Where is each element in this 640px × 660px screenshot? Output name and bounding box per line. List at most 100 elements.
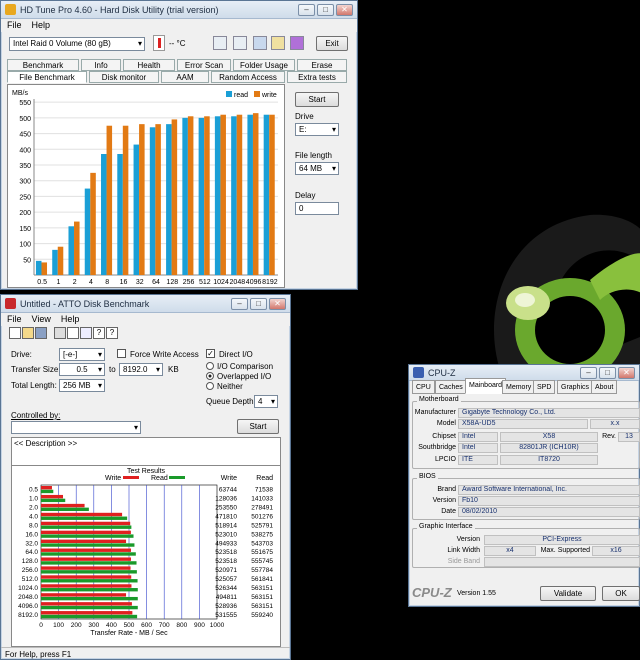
save-icon[interactable] [253, 36, 267, 50]
tab-random-access[interactable]: Random Access [211, 71, 285, 83]
tab-caches[interactable]: Caches [435, 380, 467, 394]
atto-menu-view[interactable]: View [32, 314, 51, 325]
x-tick-label: 2048 [230, 279, 246, 286]
cpuz-titlebar[interactable]: CPU-Z – □ ✕ [409, 365, 639, 381]
y-tick-label: 200 [19, 210, 31, 217]
column-write-header: Write [221, 475, 237, 482]
total-length-label: Total Length: [11, 381, 57, 390]
maximize-button[interactable]: □ [317, 3, 334, 16]
x-tick-label: 4 [89, 279, 93, 286]
tab-error-scan[interactable]: Error Scan [177, 59, 231, 71]
cpuz-maximize-button[interactable]: □ [599, 366, 616, 379]
x-tick-label: 1024 [213, 279, 229, 286]
transfer-to-select[interactable]: 8192.0 [119, 363, 163, 376]
tab-mainboard[interactable]: Mainboard [465, 378, 507, 394]
ok-button[interactable]: OK [602, 586, 640, 601]
write-value: 494933 [215, 540, 237, 547]
hdtune-drive-select[interactable]: E: [295, 123, 339, 136]
transfer-from-select[interactable]: 0.5 [59, 363, 105, 376]
cpuz-minimize-button[interactable]: – [580, 366, 597, 379]
controlled-by-label: Controlled by: [11, 411, 61, 420]
force-write-checkbox[interactable] [117, 349, 126, 358]
atto-start-button[interactable]: Start [237, 419, 279, 434]
menu-help[interactable]: Help [32, 20, 51, 31]
tab-extra-tests[interactable]: Extra tests [287, 71, 347, 83]
copy-icon[interactable] [213, 36, 227, 50]
tab-file-benchmark[interactable]: File Benchmark [7, 71, 87, 83]
neither-radio[interactable] [206, 382, 214, 390]
y-tick-label: 4.0 [29, 514, 38, 521]
validate-button[interactable]: Validate [540, 586, 596, 601]
menu-file[interactable]: File [7, 20, 22, 31]
total-length-select[interactable]: 256 MB [59, 379, 105, 392]
queue-depth-select[interactable]: 4 [254, 395, 278, 408]
bar-write [74, 221, 80, 275]
overlapped-io-radio[interactable] [206, 372, 214, 380]
print-icon[interactable] [54, 327, 66, 339]
tab-memory[interactable]: Memory [502, 380, 536, 394]
legend-read-label: Read [151, 475, 168, 482]
description-box[interactable]: << Description >> [11, 437, 281, 467]
bar-write [171, 119, 178, 275]
read-value: 557784 [251, 567, 273, 574]
atto-drive-select[interactable]: [-e-] [59, 348, 105, 361]
write-value: 523010 [215, 531, 237, 538]
bar-read [182, 117, 188, 275]
thermometer-icon [153, 35, 165, 51]
atto-maximize-button[interactable]: □ [250, 297, 267, 310]
move-icon[interactable] [80, 327, 92, 339]
y-tick-label: 128.0 [22, 558, 39, 565]
download-icon[interactable] [290, 36, 304, 50]
tab-folder-usage[interactable]: Folder Usage [233, 59, 295, 71]
help-icon[interactable]: ? [93, 327, 105, 339]
atto-menu-file[interactable]: File [7, 314, 22, 325]
tab-benchmark[interactable]: Benchmark [7, 59, 79, 71]
options-icon[interactable] [271, 36, 285, 50]
write-value: 531555 [215, 612, 237, 619]
bar-write [41, 611, 133, 615]
preview-icon[interactable] [67, 327, 79, 339]
tab-health[interactable]: Health [123, 59, 175, 71]
x-tick-label: 200 [71, 622, 82, 629]
x-tick-label: 900 [194, 622, 205, 629]
atto-titlebar[interactable]: Untitled - ATTO Disk Benchmark – □ ✕ [1, 295, 290, 313]
file-length-select[interactable]: 64 MB [295, 162, 339, 175]
atto-menu-help[interactable]: Help [61, 314, 80, 325]
bar-write [41, 566, 131, 570]
delay-label: Delay [295, 191, 316, 200]
close-button[interactable]: ✕ [336, 3, 353, 16]
hdtune-titlebar[interactable]: HD Tune Pro 4.60 - Hard Disk Utility (tr… [1, 1, 357, 19]
tab-about[interactable]: About [591, 380, 618, 394]
copy-all-icon[interactable] [233, 36, 247, 50]
y-tick-label: 450 [19, 132, 31, 139]
atto-close-button[interactable]: ✕ [269, 297, 286, 310]
direct-io-checkbox[interactable]: ✓ [206, 349, 215, 358]
tab-aam[interactable]: AAM [161, 71, 209, 83]
save-icon[interactable] [35, 327, 47, 339]
tab-spd[interactable]: SPD [533, 380, 556, 394]
tab-graphics[interactable]: Graphics [557, 380, 594, 394]
exit-button[interactable]: Exit [316, 36, 348, 51]
new-icon[interactable] [9, 327, 21, 339]
bar-write [41, 530, 131, 535]
read-value: 543703 [251, 540, 273, 547]
atto-minimize-button[interactable]: – [231, 297, 248, 310]
delay-spinner[interactable]: 0 [295, 202, 339, 215]
cpuz-version: Version 1.55 [457, 590, 496, 597]
open-icon[interactable] [22, 327, 34, 339]
cpuz-close-button[interactable]: ✕ [618, 366, 635, 379]
tab-disk-monitor[interactable]: Disk monitor [89, 71, 159, 83]
drive-select[interactable]: Intel Raid 0 Volume (80 gB) [9, 37, 145, 51]
tab-cpu[interactable]: CPU [412, 380, 435, 394]
io-comparison-radio[interactable] [206, 362, 214, 370]
background-logo [494, 214, 640, 380]
x-tick-label: 700 [159, 622, 170, 629]
legend-write-label: Write [105, 475, 121, 482]
context-help-icon[interactable]: ? [106, 327, 118, 339]
controlled-by-select[interactable] [11, 421, 141, 434]
minimize-button[interactable]: – [298, 3, 315, 16]
tab-info[interactable]: Info [81, 59, 121, 71]
tab-erase[interactable]: Erase [297, 59, 347, 71]
y-tick-label: 32.0 [25, 540, 38, 547]
hdtune-start-button[interactable]: Start [295, 92, 339, 107]
